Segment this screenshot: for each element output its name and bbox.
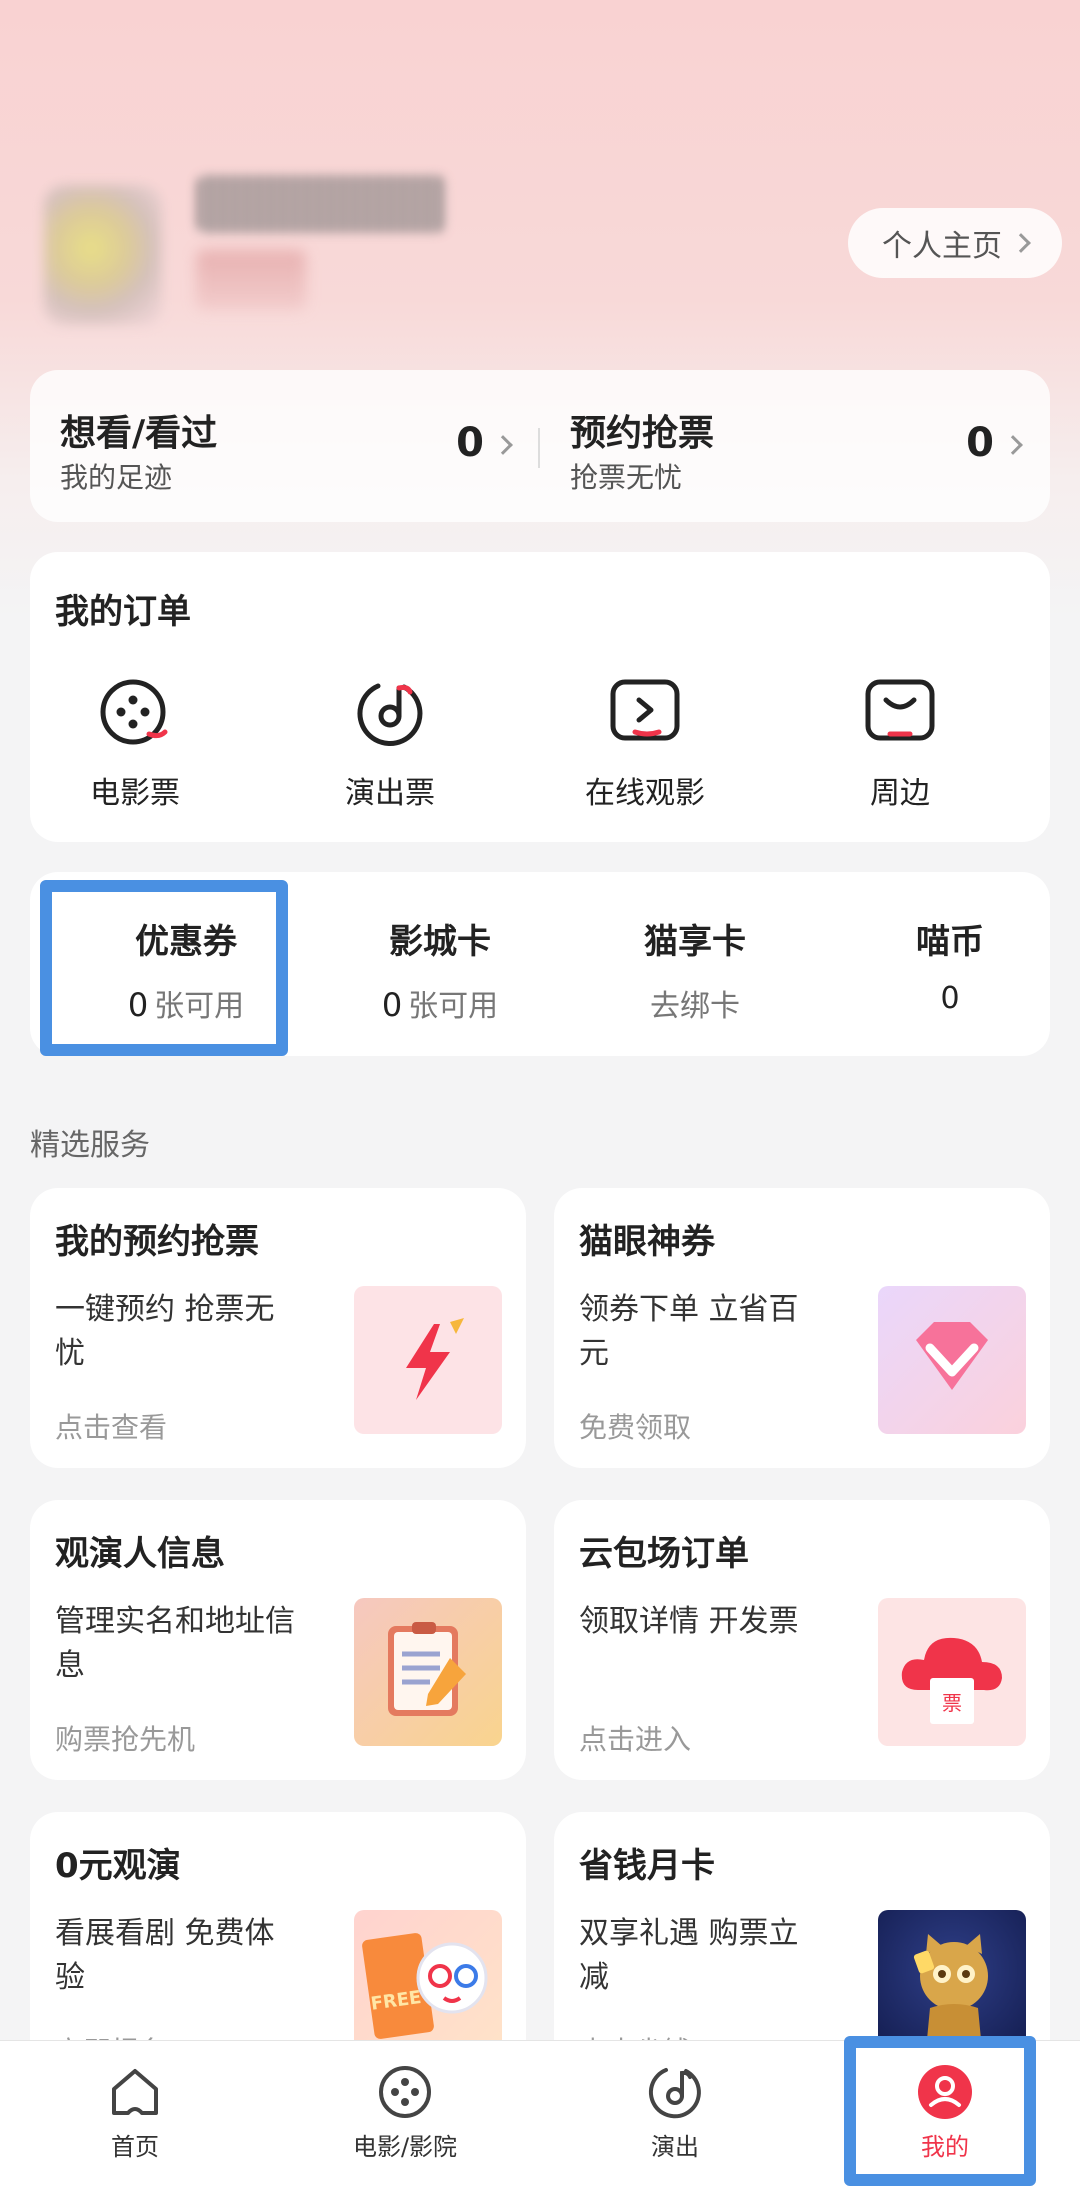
service-title: 猫眼神券	[579, 1222, 715, 1262]
cat-card-bind: 去绑卡	[650, 989, 740, 1024]
lightning-icon	[354, 1286, 502, 1434]
homepage-button[interactable]: 个人主页	[848, 208, 1062, 278]
order-label: 周边	[870, 776, 930, 811]
order-label: 在线观影	[585, 776, 705, 811]
meow-coin-count: 0	[940, 981, 960, 1016]
cinema-card-count-text: 0 张可用	[330, 981, 550, 1025]
music-disc-icon	[352, 674, 428, 750]
cinema-card-count: 0	[381, 986, 403, 1024]
reserve-ticket-count: 0	[966, 420, 994, 466]
my-orders-title: 我的订单	[55, 592, 191, 632]
want-watched-count: 0	[456, 420, 484, 466]
cinema-card-entry[interactable]: 影城卡 0 张可用	[330, 914, 550, 1025]
service-title: 观演人信息	[55, 1534, 225, 1574]
order-online-watch[interactable]: 在线观影	[545, 674, 745, 812]
highlight-box-coupon	[40, 880, 288, 1056]
cinema-card-suffix: 张可用	[408, 989, 499, 1024]
cloud-ticket-icon-text: 票	[942, 1691, 962, 1715]
service-title: 0元观演	[55, 1846, 181, 1886]
home-icon	[106, 2063, 164, 2121]
user-level-blurred	[196, 250, 306, 310]
order-merch[interactable]: 周边	[800, 674, 1000, 812]
want-watched-entry[interactable]: 想看/看过 我的足迹 0	[30, 370, 540, 522]
order-movie-ticket[interactable]: 电影票	[35, 674, 235, 812]
chevron-right-icon	[493, 435, 513, 455]
free-ticket-cat-icon: FREE	[354, 1910, 502, 2058]
tab-home[interactable]: 首页	[35, 2063, 235, 2162]
cat-card-entry[interactable]: 猫享卡 去绑卡	[585, 914, 805, 1025]
my-orders-card: 我的订单 电影票 演出票 在线观影 周边	[30, 552, 1050, 842]
reserve-ticket-subtitle: 抢票无忧	[570, 461, 683, 494]
service-title: 省钱月卡	[579, 1846, 715, 1886]
chevron-right-icon	[1003, 435, 1023, 455]
service-foot: 购票抢先机	[55, 1723, 196, 1756]
order-label: 演出票	[345, 776, 435, 811]
service-desc: 一键预约 抢票无忧	[55, 1292, 275, 1371]
chevron-right-icon	[1011, 233, 1031, 253]
service-desc: 看展看剧 免费体验	[55, 1916, 275, 1995]
clipboard-pencil-icon	[354, 1598, 502, 1746]
service-desc: 领取详情 开发票	[579, 1604, 799, 1639]
service-card-coupon[interactable]: 猫眼神券 领券下单 立省百元 免费领取	[554, 1188, 1050, 1468]
service-foot: 免费领取	[579, 1411, 692, 1444]
order-label: 电影票	[90, 776, 180, 811]
film-reel-icon	[97, 674, 173, 750]
avatar[interactable]	[44, 185, 162, 325]
service-title: 云包场订单	[579, 1534, 749, 1574]
meow-coin-entry[interactable]: 喵币 0	[840, 914, 1060, 1016]
service-desc: 双享礼遇 购票立减	[579, 1916, 799, 1995]
service-desc: 领券下单 立省百元	[579, 1292, 799, 1371]
tab-label: 首页	[111, 2133, 159, 2161]
service-title: 我的预约抢票	[55, 1222, 259, 1262]
meow-coin-title: 喵币	[916, 922, 984, 962]
want-watched-subtitle: 我的足迹	[60, 461, 173, 494]
diamond-icon	[878, 1286, 1026, 1434]
profile-page: 个人主页 想看/看过 我的足迹 0 预约抢票 抢票无忧 0 我的订单 电影票 演…	[0, 0, 1080, 2188]
services-section-title: 精选服务	[30, 1128, 150, 1163]
reserve-ticket-entry[interactable]: 预约抢票 抢票无忧 0	[540, 370, 1050, 522]
service-foot: 点击进入	[579, 1723, 692, 1756]
homepage-button-label: 个人主页	[882, 229, 1002, 264]
want-watched-title: 想看/看过	[60, 413, 218, 454]
tab-shows[interactable]: 演出	[575, 2063, 775, 2162]
username-blurred	[196, 175, 446, 233]
service-desc: 管理实名和地址信息	[55, 1604, 295, 1683]
highlight-box-mine-tab	[844, 2036, 1036, 2186]
film-reel-icon	[376, 2063, 434, 2121]
tab-label: 演出	[651, 2133, 699, 2161]
cinema-card-title: 影城卡	[389, 922, 491, 962]
tracker-card: 想看/看过 我的足迹 0 预约抢票 抢票无忧 0	[30, 370, 1050, 522]
order-show-ticket[interactable]: 演出票	[290, 674, 490, 812]
service-foot: 点击查看	[55, 1411, 168, 1444]
reserve-ticket-title: 预约抢票	[570, 413, 715, 454]
tab-movies-cinemas[interactable]: 电影/影院	[305, 2063, 505, 2162]
service-card-audience-info[interactable]: 观演人信息 管理实名和地址信息 购票抢先机	[30, 1500, 526, 1780]
cloud-ticket-icon: 票	[878, 1598, 1026, 1746]
tab-label: 电影/影院	[352, 2133, 458, 2161]
service-card-reservation[interactable]: 我的预约抢票 一键预约 抢票无忧 点击查看	[30, 1188, 526, 1468]
service-card-cloud-booking[interactable]: 云包场订单 领取详情 开发票 点击进入 票	[554, 1500, 1050, 1780]
play-screen-icon	[607, 674, 683, 750]
cat-card-title: 猫享卡	[644, 922, 746, 962]
smile-box-icon	[862, 674, 938, 750]
music-disc-icon	[646, 2063, 704, 2121]
